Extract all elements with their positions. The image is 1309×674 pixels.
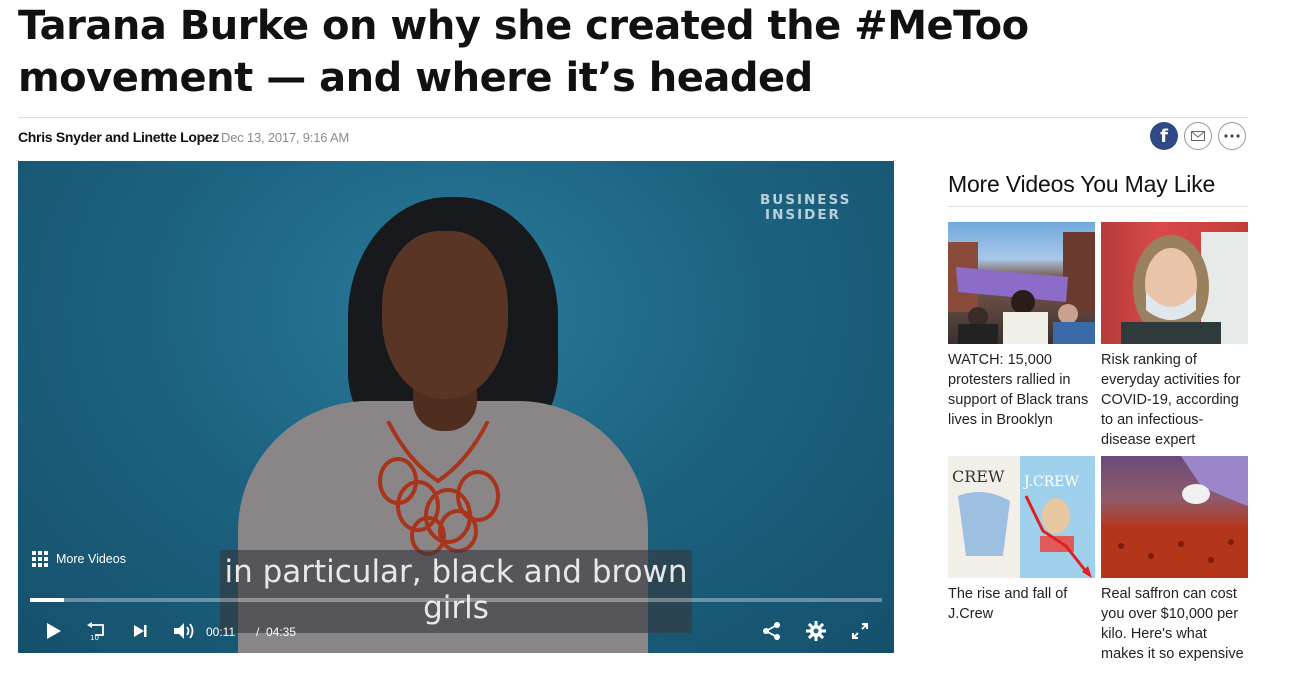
video-player[interactable]: BUSINESS INSIDER More Videos in particul… [18,161,894,653]
author-byline[interactable]: Chris Snyder and Linette Lopez [18,129,219,145]
player-controls: 10 00:11 / 04:35 [18,611,894,651]
video-card[interactable]: Risk ranking of everyday activities for … [1101,222,1248,450]
masked-woman-scene [1121,232,1248,344]
svg-text:10: 10 [90,634,99,641]
progress-fill [30,598,65,602]
time-separator: / [256,625,260,639]
thumb-text-jcrew: J.CREW [1022,474,1079,490]
play-icon [47,623,61,639]
settings-icon [806,621,826,641]
replay-10-button[interactable]: 10 [84,619,108,643]
business-insider-logo: BUSINESS INSIDER [760,192,852,223]
video-thumbnail[interactable] [1101,456,1248,578]
current-time: 00:11 [206,625,236,639]
progress-bar[interactable] [30,598,882,602]
more-options-icon [1224,134,1240,138]
video-card[interactable]: WATCH: 15,000 protesters rallied in supp… [948,222,1095,430]
video-card-title[interactable]: WATCH: 15,000 protesters rallied in supp… [948,350,1095,430]
next-icon [134,625,147,637]
play-button[interactable] [42,619,66,643]
video-card[interactable]: Real saffron can cost you over $10,000 p… [1101,456,1248,664]
video-card-title[interactable]: Real saffron can cost you over $10,000 p… [1101,584,1248,664]
fullscreen-button[interactable] [848,619,872,643]
protest-scene [948,232,1095,344]
settings-button[interactable] [804,619,828,643]
sidebar-title: More Videos You May Like [948,171,1216,197]
fullscreen-icon [852,623,868,639]
grid-icon [32,551,48,567]
more-videos-button[interactable]: More Videos [32,551,126,567]
jcrew-scene: CREW J.CREW [948,456,1095,578]
volume-button[interactable] [172,619,196,643]
video-thumbnail[interactable]: CREW J.CREW [948,456,1095,578]
next-button[interactable] [128,619,152,643]
saffron-scene [1101,456,1248,578]
email-share-button[interactable] [1184,122,1212,150]
share-icon [763,622,780,640]
facebook-icon: f [1160,125,1168,147]
replay-10-icon: 10 [87,622,104,641]
volume-icon [174,623,194,639]
divider [18,117,1248,118]
sidebar-divider [948,206,1248,207]
video-card-title[interactable]: The rise and fall of J.Crew [948,584,1095,624]
share-button[interactable] [760,619,784,643]
duration: 04:35 [266,625,297,639]
article-headline: Tarana Burke on why she created the #MeT… [18,3,1029,101]
publish-date: Dec 13, 2017, 9:16 AM [221,130,350,145]
video-card[interactable]: CREW J.CREW The rise and fall of J.Crew [948,456,1095,624]
video-card-title[interactable]: Risk ranking of everyday activities for … [1101,350,1248,450]
video-thumbnail[interactable] [1101,222,1248,344]
more-share-button[interactable] [1218,122,1246,150]
facebook-share-button[interactable]: f [1150,122,1178,150]
email-icon [1191,131,1205,141]
thumb-text-crew: CREW [952,467,1005,486]
video-thumbnail[interactable] [948,222,1095,344]
speaker-face [382,231,508,399]
more-videos-label: More Videos [56,552,126,566]
necklace [378,421,500,556]
